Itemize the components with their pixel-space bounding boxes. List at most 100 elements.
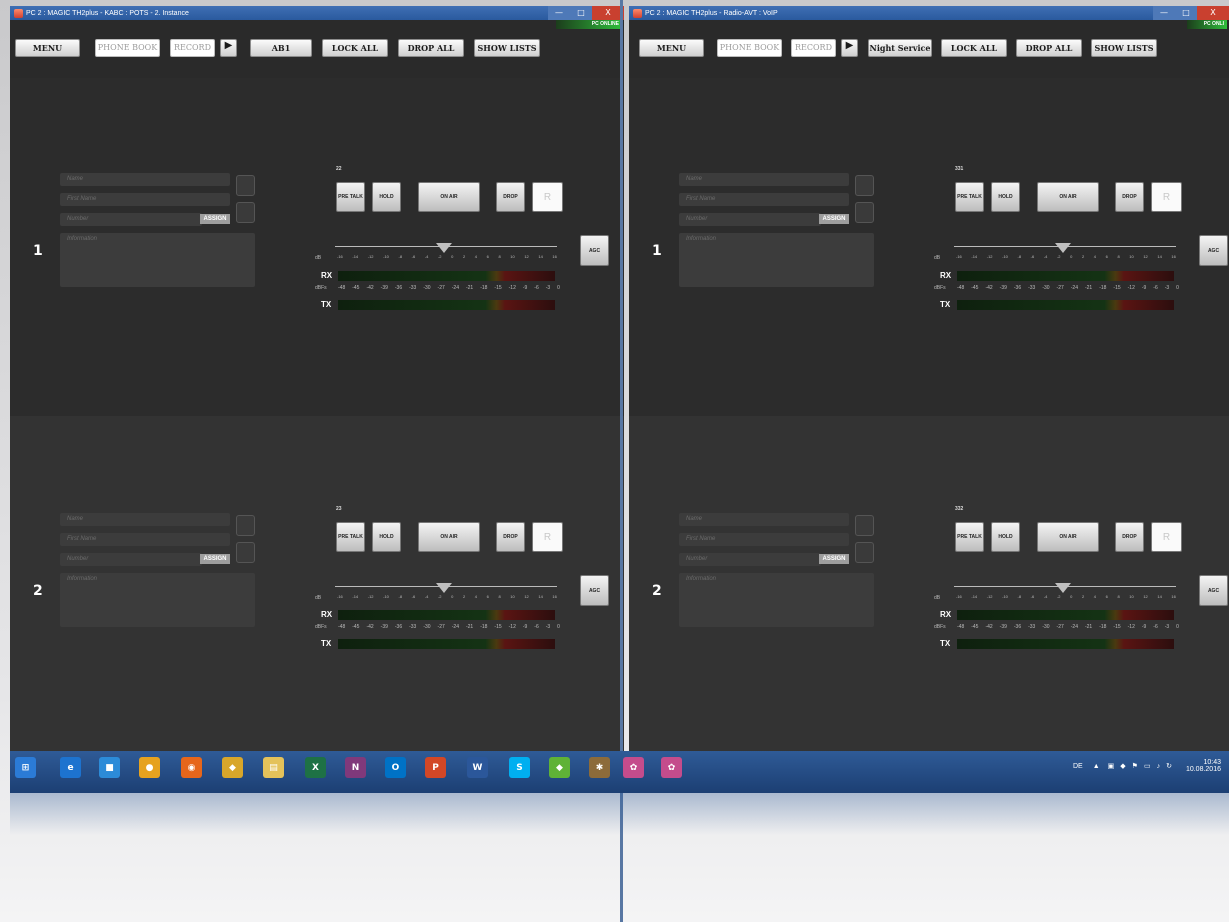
assign-button[interactable]: ASSIGN — [200, 554, 230, 564]
r-button[interactable]: R — [1151, 182, 1182, 212]
firefox-icon[interactable]: ◉ — [181, 757, 202, 778]
hold-button[interactable]: HOLD — [372, 522, 401, 552]
hold-button[interactable]: HOLD — [991, 182, 1020, 212]
pre-talk-button[interactable]: PRE TALK — [955, 182, 984, 212]
channel-button[interactable]: AB1 — [250, 39, 312, 57]
fader-knob[interactable] — [436, 583, 452, 593]
hold-button[interactable]: HOLD — [372, 182, 401, 212]
r-button[interactable]: R — [1151, 522, 1182, 552]
app-tool-icon[interactable]: ✱ — [589, 757, 610, 778]
assign-button[interactable]: ASSIGN — [819, 554, 849, 564]
word-icon[interactable]: W — [467, 757, 488, 778]
number-field[interactable]: Number — [679, 553, 821, 566]
line-option-button[interactable] — [855, 542, 874, 563]
minimize-button[interactable]: — — [1153, 6, 1175, 20]
fader-knob[interactable] — [1055, 243, 1071, 253]
gain-fader[interactable]: dB -16 -14 -12 -10 -8 -6 -4 -2 0 2 4 6 8 10 12 14 16 — [315, 243, 560, 263]
volume-icon[interactable]: ♪ — [1157, 763, 1161, 770]
assign-button[interactable]: ASSIGN — [819, 214, 849, 224]
line-option-button[interactable] — [236, 542, 255, 563]
line-option-button[interactable] — [855, 175, 874, 196]
number-field[interactable]: Number — [60, 213, 202, 226]
phone-book-button[interactable]: PHONE BOOK — [717, 39, 782, 57]
line-option-button[interactable] — [855, 515, 874, 536]
menu-button[interactable]: MENU — [639, 39, 704, 57]
record-button[interactable]: RECORD — [170, 39, 215, 57]
name-field[interactable]: Name — [60, 513, 230, 526]
onenote-icon[interactable]: N — [345, 757, 366, 778]
drop-button[interactable]: DROP — [496, 522, 525, 552]
show-lists-button[interactable]: SHOW LISTS — [474, 39, 540, 57]
information-field[interactable]: Information — [60, 573, 255, 627]
r-button[interactable]: R — [532, 182, 563, 212]
number-field[interactable]: Number — [60, 553, 202, 566]
app-green-icon[interactable]: ◆ — [549, 757, 570, 778]
first-name-field[interactable]: First Name — [679, 193, 849, 206]
information-field[interactable]: Information — [679, 233, 874, 287]
r-button[interactable]: R — [532, 522, 563, 552]
agc-button[interactable]: AGC — [1199, 575, 1228, 606]
fader-knob[interactable] — [1055, 583, 1071, 593]
first-name-field[interactable]: First Name — [679, 533, 849, 546]
on-air-button[interactable]: ON AIR — [1037, 522, 1099, 552]
play-button[interactable]: ▶ — [841, 39, 858, 57]
drop-all-button[interactable]: DROP ALL — [1016, 39, 1082, 57]
tray-arrow-icon[interactable]: ▲ — [1093, 763, 1100, 770]
channel-button[interactable]: Night Service — [868, 39, 932, 57]
record-button[interactable]: RECORD — [791, 39, 836, 57]
pre-talk-button[interactable]: PRE TALK — [336, 182, 365, 212]
show-lists-button[interactable]: SHOW LISTS — [1091, 39, 1157, 57]
chrome-icon[interactable]: ● — [139, 757, 160, 778]
on-air-button[interactable]: ON AIR — [418, 182, 480, 212]
pre-talk-button[interactable]: PRE TALK — [955, 522, 984, 552]
maximize-button[interactable]: □ — [570, 6, 592, 20]
magic-icon-1[interactable]: ✿ — [623, 757, 644, 778]
minimize-button[interactable]: — — [548, 6, 570, 20]
start-icon[interactable]: ⊞ — [15, 757, 36, 778]
line-option-button[interactable] — [236, 175, 255, 196]
play-button[interactable]: ▶ — [220, 39, 237, 57]
fader-knob[interactable] — [436, 243, 452, 253]
gain-fader[interactable]: dB -16 -14 -12 -10 -8 -6 -4 -2 0 2 4 6 8 10 12 14 16 — [934, 583, 1179, 603]
name-field[interactable]: Name — [60, 173, 230, 186]
explorer-icon[interactable]: ▤ — [263, 757, 284, 778]
phone-book-button[interactable]: PHONE BOOK — [95, 39, 160, 57]
hold-button[interactable]: HOLD — [991, 522, 1020, 552]
powerpoint-icon[interactable]: P — [425, 757, 446, 778]
sync-icon[interactable]: ↻ — [1166, 762, 1172, 770]
shield-icon[interactable]: ◆ — [1120, 762, 1125, 770]
skype-icon[interactable]: S — [509, 757, 530, 778]
monitor-icon[interactable]: ▭ — [1144, 762, 1151, 770]
pre-talk-button[interactable]: PRE TALK — [336, 522, 365, 552]
name-field[interactable]: Name — [679, 513, 849, 526]
on-air-button[interactable]: ON AIR — [1037, 182, 1099, 212]
agc-button[interactable]: AGC — [580, 235, 609, 266]
tool-icon[interactable]: ◆ — [222, 757, 243, 778]
number-field[interactable]: Number — [679, 213, 821, 226]
network-icon[interactable]: ▣ — [1108, 762, 1115, 770]
assign-button[interactable]: ASSIGN — [200, 214, 230, 224]
close-button[interactable]: X — [1197, 6, 1229, 20]
information-field[interactable]: Information — [60, 233, 255, 287]
drop-button[interactable]: DROP — [1115, 182, 1144, 212]
drop-all-button[interactable]: DROP ALL — [398, 39, 464, 57]
lock-all-button[interactable]: LOCK ALL — [941, 39, 1007, 57]
language-indicator[interactable]: DE — [1073, 763, 1083, 770]
drop-button[interactable]: DROP — [496, 182, 525, 212]
first-name-field[interactable]: First Name — [60, 533, 230, 546]
excel-icon[interactable]: X — [305, 757, 326, 778]
gain-fader[interactable]: dB -16 -14 -12 -10 -8 -6 -4 -2 0 2 4 6 8 10 12 14 16 — [934, 243, 1179, 263]
ie-icon[interactable]: e — [60, 757, 81, 778]
magic-icon-2[interactable]: ✿ — [661, 757, 682, 778]
first-name-field[interactable]: First Name — [60, 193, 230, 206]
agc-button[interactable]: AGC — [580, 575, 609, 606]
flag-icon[interactable]: ⚑ — [1132, 762, 1138, 770]
line-option-button[interactable] — [236, 202, 255, 223]
clock[interactable]: 10:43 10.08.2016 — [1186, 759, 1221, 773]
line-option-button[interactable] — [855, 202, 874, 223]
maximize-button[interactable]: □ — [1175, 6, 1197, 20]
information-field[interactable]: Information — [679, 573, 874, 627]
name-field[interactable]: Name — [679, 173, 849, 186]
gain-fader[interactable]: dB -16 -14 -12 -10 -8 -6 -4 -2 0 2 4 6 8 10 12 14 16 — [315, 583, 560, 603]
app-icon[interactable]: ■ — [99, 757, 120, 778]
